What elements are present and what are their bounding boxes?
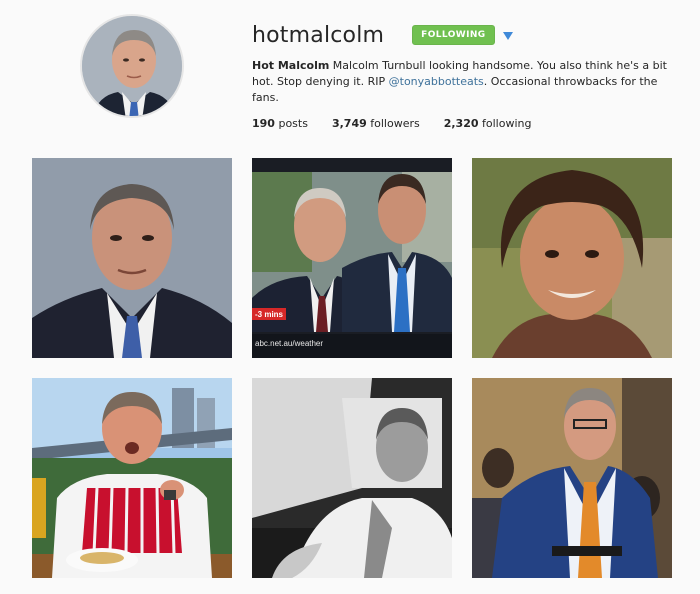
post-thumbnail[interactable] <box>472 378 672 578</box>
profile-stats: 190 posts 3,749 followers 2,320 followin… <box>252 117 682 130</box>
followers-count: 3,749 <box>331 117 367 130</box>
post-thumbnail[interactable] <box>32 158 232 358</box>
bio-display-name: Hot Malcolm <box>252 59 330 72</box>
posts-stat: 190 posts <box>252 117 308 130</box>
following-stat[interactable]: 2,320 following <box>444 117 532 130</box>
profile-avatar <box>80 14 184 118</box>
profile-bio: Hot Malcolm Malcolm Turnbull looking han… <box>252 58 682 106</box>
profile-info: hotmalcolm FOLLOWING Hot Malcolm Malcolm… <box>252 18 682 131</box>
profile-header-row: hotmalcolm FOLLOWING <box>252 18 682 52</box>
following-label: following <box>478 117 532 130</box>
post-thumbnail[interactable] <box>472 158 672 358</box>
tv-url-text: abc.net.au/weather <box>255 339 323 348</box>
post-thumbnail[interactable] <box>252 378 452 578</box>
following-button[interactable]: FOLLOWING <box>412 25 495 45</box>
profile-username: hotmalcolm <box>252 22 385 48</box>
followers-stat[interactable]: 3,749 followers <box>332 117 420 130</box>
followers-label: followers <box>366 117 420 130</box>
tv-time-badge: -3 mins <box>255 310 284 319</box>
post-thumbnail[interactable] <box>32 378 232 578</box>
caret-down-icon[interactable] <box>502 32 513 40</box>
bio-mention-link[interactable]: @tonyabbotteats <box>389 75 484 88</box>
following-count: 2,320 <box>443 117 479 130</box>
posts-label: posts <box>274 117 308 130</box>
posts-count: 190 <box>252 117 275 130</box>
post-thumbnail[interactable]: -3 mins abc.net.au/weather <box>252 158 452 358</box>
